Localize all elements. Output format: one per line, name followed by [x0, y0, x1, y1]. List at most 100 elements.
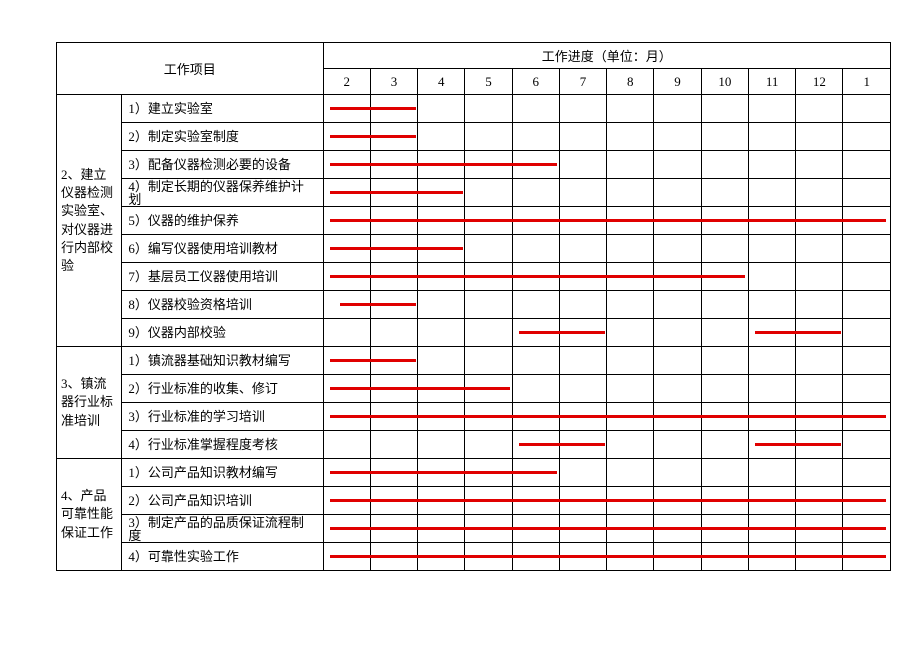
month-cell — [559, 487, 606, 515]
month-cell — [418, 515, 465, 543]
month-cell — [796, 375, 843, 403]
month-cell — [748, 487, 795, 515]
month-cell — [843, 347, 891, 375]
task-label: 4）可靠性实验工作 — [122, 543, 323, 571]
month-cell — [748, 291, 795, 319]
month-cell — [843, 543, 891, 571]
month-cell — [418, 431, 465, 459]
month-cell — [796, 95, 843, 123]
month-cell — [701, 235, 748, 263]
month-cell — [843, 431, 891, 459]
month-cell — [465, 543, 512, 571]
month-cell — [654, 123, 701, 151]
month-cell — [796, 515, 843, 543]
month-cell — [418, 179, 465, 207]
month-cell — [512, 123, 559, 151]
month-cell — [465, 123, 512, 151]
month-cell — [701, 291, 748, 319]
header-month: 12 — [796, 69, 843, 95]
month-cell — [465, 375, 512, 403]
month-cell — [418, 95, 465, 123]
month-cell — [796, 459, 843, 487]
month-cell — [607, 179, 654, 207]
month-cell — [559, 123, 606, 151]
section-label: 2、建立仪器检测实验室、对仪器进行内部校验 — [57, 95, 122, 347]
month-cell — [418, 207, 465, 235]
month-cell — [323, 291, 370, 319]
month-cell — [701, 319, 748, 347]
month-cell — [370, 207, 417, 235]
month-cell — [843, 207, 891, 235]
task-label: 8）仪器校验资格培训 — [122, 291, 323, 319]
month-cell — [796, 291, 843, 319]
table-body: 2、建立仪器检测实验室、对仪器进行内部校验1）建立实验室2）制定实验室制度3）配… — [57, 95, 891, 571]
month-cell — [559, 515, 606, 543]
month-cell — [701, 431, 748, 459]
month-cell — [512, 431, 559, 459]
month-cell — [512, 235, 559, 263]
table-row: 4）可靠性实验工作 — [57, 543, 891, 571]
header-month: 9 — [654, 69, 701, 95]
task-label: 7）基层员工仪器使用培训 — [122, 263, 323, 291]
month-cell — [701, 347, 748, 375]
month-cell — [512, 179, 559, 207]
month-cell — [654, 347, 701, 375]
month-cell — [370, 375, 417, 403]
month-cell — [796, 319, 843, 347]
month-cell — [323, 487, 370, 515]
month-cell — [559, 403, 606, 431]
month-cell — [796, 543, 843, 571]
month-cell — [701, 263, 748, 291]
month-cell — [323, 235, 370, 263]
month-cell — [323, 375, 370, 403]
table-row: 3）行业标准的学习培训 — [57, 403, 891, 431]
table-row: 3）制定产品的品质保证流程制度 — [57, 515, 891, 543]
header-month: 1 — [843, 69, 891, 95]
task-label: 2）行业标准的收集、修订 — [122, 375, 323, 403]
month-cell — [465, 235, 512, 263]
month-cell — [559, 263, 606, 291]
month-cell — [512, 95, 559, 123]
header-progress: 工作进度（单位：月） — [323, 43, 890, 69]
table-row: 4）行业标准掌握程度考核 — [57, 431, 891, 459]
month-cell — [796, 179, 843, 207]
month-cell — [748, 403, 795, 431]
header-month: 6 — [512, 69, 559, 95]
month-cell — [748, 459, 795, 487]
month-cell — [370, 515, 417, 543]
month-cell — [748, 179, 795, 207]
month-cell — [607, 543, 654, 571]
month-cell — [654, 375, 701, 403]
month-cell — [607, 263, 654, 291]
month-cell — [418, 319, 465, 347]
month-cell — [418, 375, 465, 403]
month-cell — [796, 263, 843, 291]
task-label: 3）配备仪器检测必要的设备 — [122, 151, 323, 179]
task-label: 1）公司产品知识教材编写 — [122, 459, 323, 487]
month-cell — [370, 179, 417, 207]
month-cell — [512, 515, 559, 543]
month-cell — [370, 543, 417, 571]
month-cell — [559, 235, 606, 263]
month-cell — [843, 403, 891, 431]
month-cell — [512, 543, 559, 571]
month-cell — [701, 487, 748, 515]
month-cell — [559, 347, 606, 375]
month-cell — [559, 151, 606, 179]
table-row: 5）仪器的维护保养 — [57, 207, 891, 235]
table-row: 9）仪器内部校验 — [57, 319, 891, 347]
section-label: 3、镇流器行业标准培训 — [57, 347, 122, 459]
month-cell — [370, 319, 417, 347]
task-label: 3）行业标准的学习培训 — [122, 403, 323, 431]
header-month: 7 — [559, 69, 606, 95]
month-cell — [796, 487, 843, 515]
header-month: 2 — [323, 69, 370, 95]
table-row: 3）配备仪器检测必要的设备 — [57, 151, 891, 179]
month-cell — [748, 375, 795, 403]
month-cell — [370, 263, 417, 291]
month-cell — [654, 263, 701, 291]
month-cell — [559, 375, 606, 403]
month-cell — [654, 403, 701, 431]
month-cell — [654, 291, 701, 319]
month-cell — [843, 263, 891, 291]
